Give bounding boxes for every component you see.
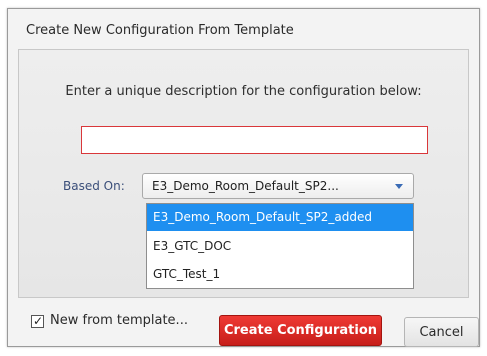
new-from-template-label: New from template... [50, 313, 188, 328]
create-config-dialog: Create New Configuration From Template E… [7, 8, 480, 347]
dropdown-option[interactable]: E3_Demo_Room_Default_SP2_added [147, 204, 413, 231]
based-on-select[interactable]: E3_Demo_Room_Default_SP2... [142, 173, 414, 199]
dialog-title: Create New Configuration From Template [26, 23, 294, 38]
checkmark-icon: ✓ [33, 314, 44, 328]
dropdown-option[interactable]: E3_GTC_DOC [147, 233, 413, 260]
dropdown-option[interactable]: GTC_Test_1 [147, 261, 413, 288]
description-input[interactable] [81, 126, 428, 154]
instructions-text: Enter a unique description for the confi… [65, 84, 422, 99]
based-on-label: Based On: [63, 179, 125, 193]
new-from-template-checkbox[interactable]: ✓ [31, 314, 44, 328]
chevron-down-icon [395, 184, 403, 189]
based-on-selected-value: E3_Demo_Room_Default_SP2... [152, 179, 339, 193]
cancel-button[interactable]: Cancel [404, 317, 479, 347]
create-configuration-button[interactable]: Create Configuration [219, 315, 382, 346]
based-on-dropdown-list: E3_Demo_Room_Default_SP2_added E3_GTC_DO… [146, 203, 414, 289]
content-panel: Enter a unique description for the confi… [18, 49, 469, 298]
